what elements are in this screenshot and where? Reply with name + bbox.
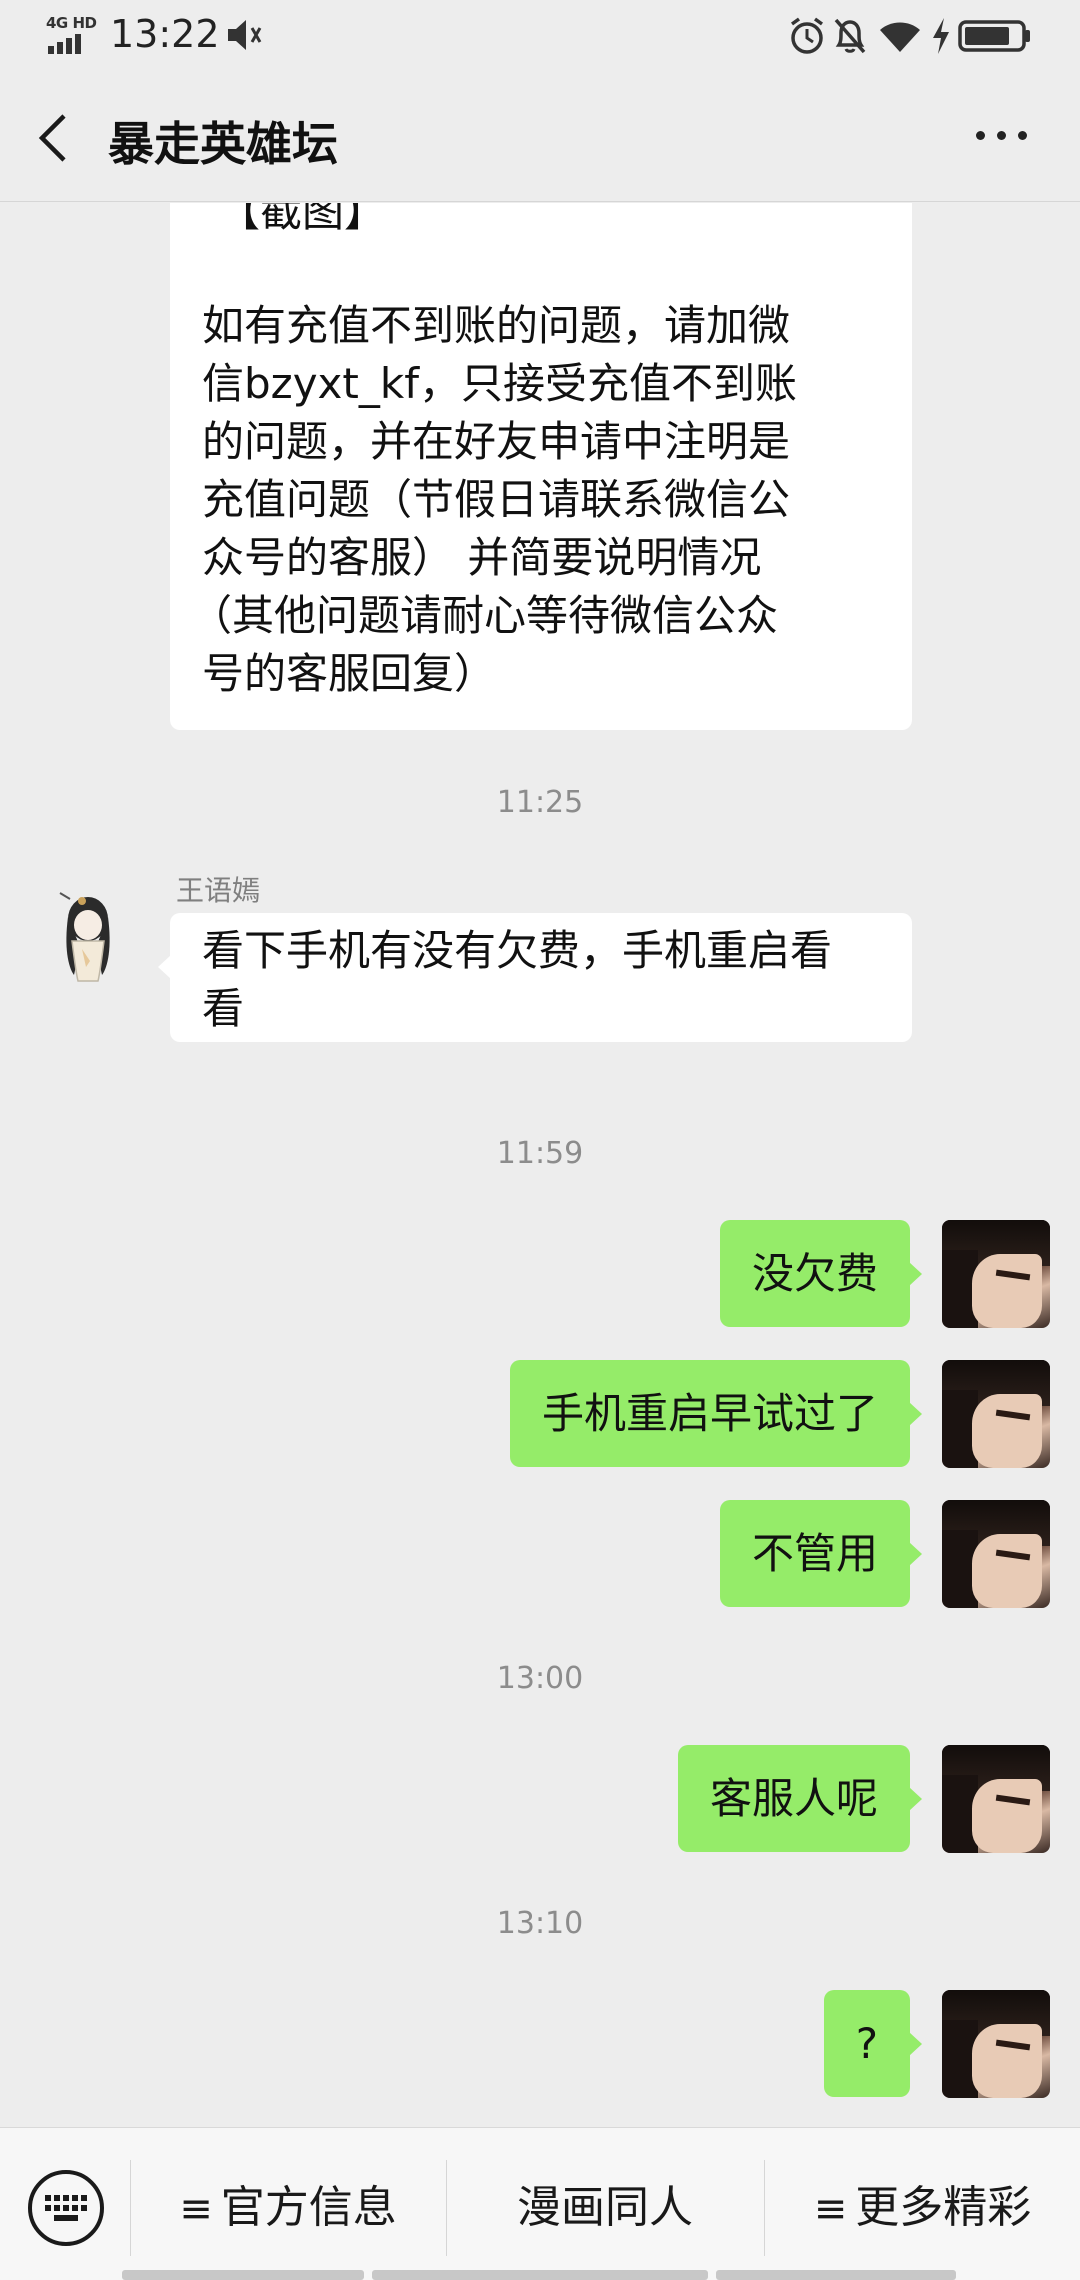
timestamp: 13:00: [496, 1661, 584, 1696]
list-menu-icon: ≡: [813, 2186, 848, 2232]
message-line: 看: [202, 984, 245, 1033]
avatar[interactable]: [942, 1360, 1050, 1468]
list-menu-icon: ≡: [179, 2186, 213, 2232]
timestamp: 11:25: [496, 785, 584, 820]
message-bubble-outgoing[interactable]: ?: [823, 1990, 923, 2097]
speaker-mute-icon: [228, 20, 262, 50]
message-line: 如有充值不到账的问题，请加微: [202, 301, 791, 350]
chat-header: 暴走英雄坛: [0, 72, 1080, 202]
avatar[interactable]: [942, 1745, 1050, 1853]
timestamp: 11:59: [496, 1136, 584, 1171]
message-line: 的问题，并在好友申请中注明是: [202, 417, 791, 466]
cell-signal-icon: 4G HD: [46, 14, 98, 54]
avatar[interactable]: [942, 1500, 1050, 1608]
avatar[interactable]: [942, 1220, 1050, 1328]
status-bar: 4G HD 13:22: [0, 0, 1080, 72]
message-bubble-outgoing[interactable]: 不管用: [719, 1500, 923, 1607]
message-line: 号的客服回复）: [202, 649, 497, 698]
bell-off-icon: [834, 18, 866, 54]
keyboard-icon[interactable]: [28, 2170, 104, 2246]
wifi-icon: [880, 22, 920, 52]
menu-item-more[interactable]: ≡ 更多精彩: [765, 2158, 1080, 2258]
status-time: 13:22: [110, 12, 220, 56]
charging-icon: [933, 18, 949, 54]
menu-item-comics[interactable]: 漫画同人: [447, 2158, 763, 2258]
message-bubble-outgoing[interactable]: 手机重启早试过了: [509, 1360, 923, 1467]
home-indicator: [122, 2270, 364, 2280]
message-line: 看下手机有没有欠费，手机重启看: [202, 926, 833, 975]
message-line: 信bzyxt_kf，只接受充值不到账: [202, 359, 797, 408]
message-bubble-incoming[interactable]: 【截图】 如有充值不到账的问题，请加微 信bzyxt_kf，只接受充值不到账 的…: [170, 203, 912, 730]
home-indicator: [372, 2270, 708, 2280]
alarm-icon: [790, 17, 824, 54]
message-line: （其他问题请耐心等待微信公众: [190, 591, 779, 640]
avatar[interactable]: [34, 877, 142, 985]
menu-item-label: 漫画同人: [517, 2182, 693, 2233]
chevron-left-icon[interactable]: [34, 110, 74, 166]
network-type: 4G HD: [46, 14, 97, 32]
more-dots-icon[interactable]: [974, 126, 1030, 146]
menu-item-label: 更多精彩: [855, 2182, 1032, 2233]
chat-title: 暴走英雄坛: [108, 117, 338, 171]
avatar[interactable]: [942, 1990, 1050, 2098]
message-line: 充值问题（节假日请联系微信公: [202, 475, 791, 524]
message-bubble-outgoing[interactable]: 客服人呢: [677, 1745, 923, 1852]
menu-item-official-info[interactable]: ≡ 官方信息: [131, 2158, 445, 2258]
bottom-menu-bar: ≡ 官方信息 漫画同人 ≡ 更多精彩: [0, 2127, 1080, 2280]
message-bubble-outgoing[interactable]: 没欠费: [719, 1220, 923, 1327]
message-list[interactable]: 【截图】 如有充值不到账的问题，请加微 信bzyxt_kf，只接受充值不到账 的…: [0, 203, 1080, 2127]
home-indicator: [716, 2270, 956, 2280]
message-line: 众号的客服） 并简要说明情况: [202, 533, 762, 582]
timestamp: 13:10: [496, 1906, 584, 1941]
battery-icon: [958, 20, 1030, 52]
sender-name: 王语嫣: [176, 874, 261, 907]
message-bubble-incoming[interactable]: 看下手机有没有欠费，手机重启看 看: [158, 913, 912, 1042]
menu-item-label: 官方信息: [220, 2182, 397, 2233]
avatar-image: [59, 892, 110, 982]
message-line: 【截图】: [218, 203, 387, 236]
